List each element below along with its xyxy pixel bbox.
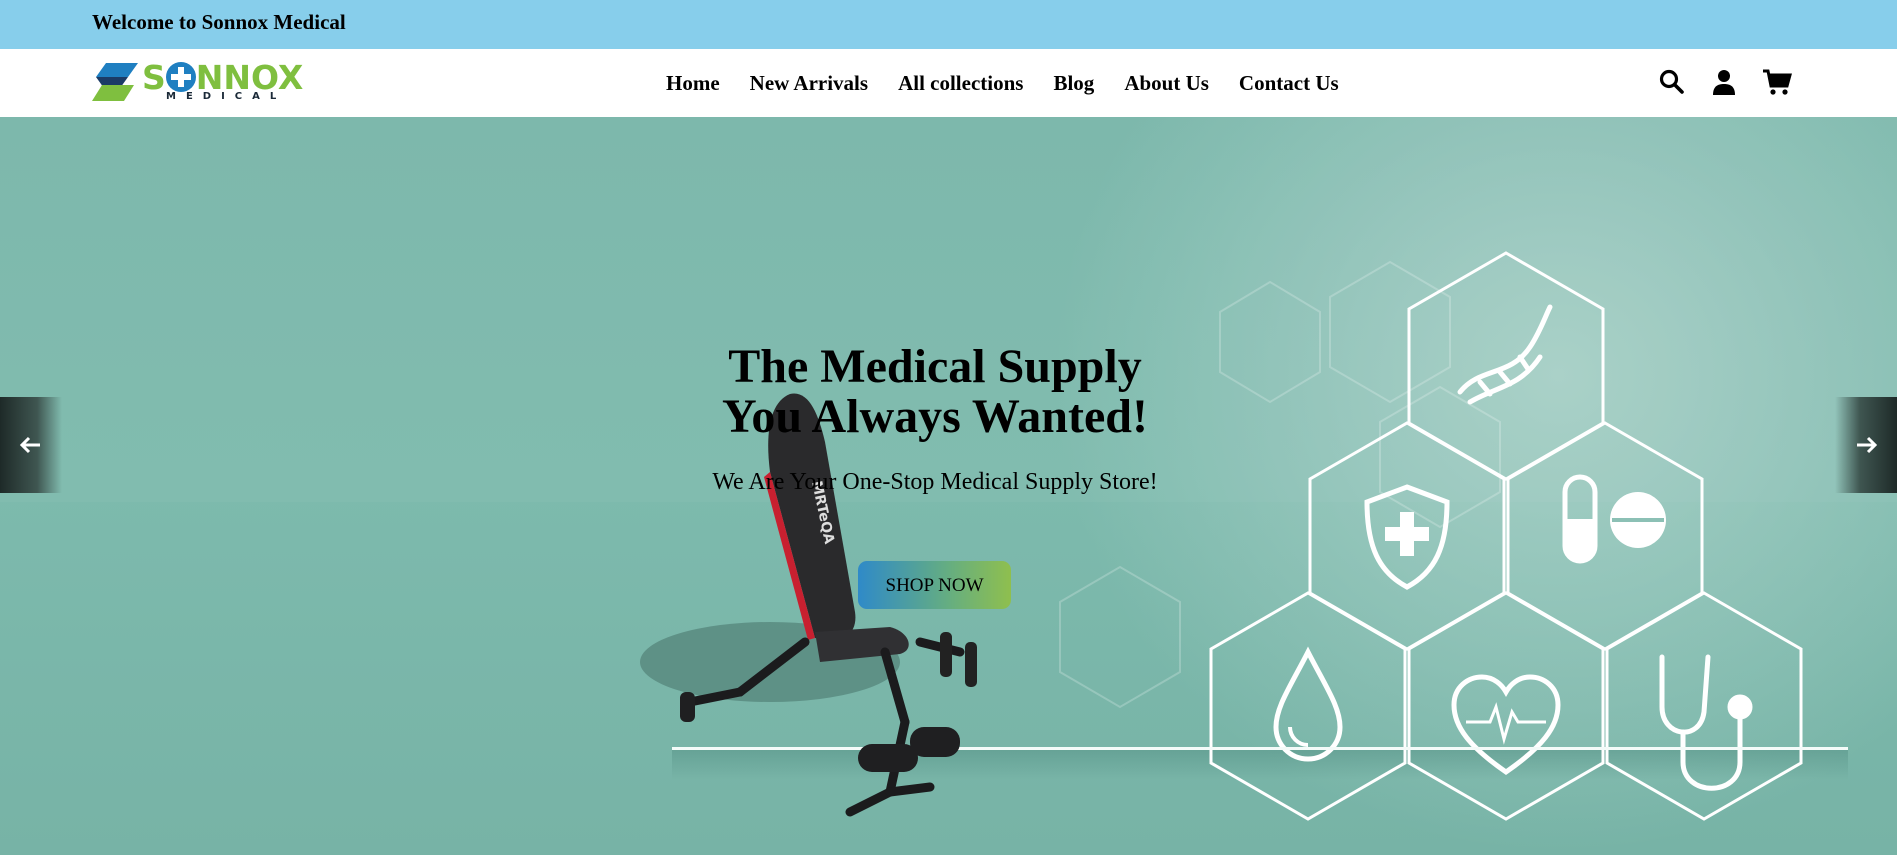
hero-title: The Medical Supply You Always Wanted! xyxy=(660,342,1210,442)
header-icon-group xyxy=(1658,68,1792,96)
nav-blog[interactable]: Blog xyxy=(1053,71,1094,96)
logo-letter-s: S xyxy=(142,58,166,97)
heart-pulse-icon xyxy=(1451,674,1561,776)
user-icon[interactable] xyxy=(1710,68,1738,96)
logo-mark-icon xyxy=(92,63,138,101)
cart-icon[interactable] xyxy=(1762,68,1792,96)
stethoscope-icon xyxy=(1659,654,1753,791)
site-header: S NNOX MEDICAL Home New Arrivals All coll… xyxy=(0,49,1897,117)
arrow-right-icon xyxy=(1857,436,1877,454)
shield-cross-icon xyxy=(1364,484,1450,590)
welcome-text: Welcome to Sonnox Medical xyxy=(92,10,346,34)
main-navigation: Home New Arrivals All collections Blog A… xyxy=(666,71,1339,96)
drop-icon xyxy=(1273,646,1343,762)
pills-icon xyxy=(1562,474,1666,564)
nav-contact-us[interactable]: Contact Us xyxy=(1239,71,1339,96)
dna-icon xyxy=(1457,304,1553,405)
top-announcement-bar: Welcome to Sonnox Medical xyxy=(0,0,1897,49)
nav-new-arrivals[interactable]: New Arrivals xyxy=(750,71,868,96)
shop-now-button[interactable]: SHOP NOW xyxy=(858,561,1011,609)
nav-about-us[interactable]: About Us xyxy=(1124,71,1209,96)
logo-cross-icon xyxy=(165,62,196,92)
hero-subtitle: We Are Your One-Stop Medical Supply Stor… xyxy=(712,469,1158,495)
logo-subtitle: MEDICAL xyxy=(166,91,287,102)
medical-hexagon-graphic xyxy=(1059,251,1803,821)
brand-logo[interactable]: S NNOX MEDICAL xyxy=(92,58,307,103)
hero-title-line-2: You Always Wanted! xyxy=(722,390,1148,443)
arrow-left-icon xyxy=(20,436,40,454)
hero-slider: MRTeQA The Medical Supply You Always Wan… xyxy=(0,117,1897,855)
search-icon[interactable] xyxy=(1658,68,1686,96)
nav-all-collections[interactable]: All collections xyxy=(898,71,1023,96)
nav-home[interactable]: Home xyxy=(666,71,720,96)
slider-prev-button[interactable] xyxy=(0,397,62,493)
slider-next-button[interactable] xyxy=(1835,397,1897,493)
hero-title-line-1: The Medical Supply xyxy=(728,340,1142,393)
